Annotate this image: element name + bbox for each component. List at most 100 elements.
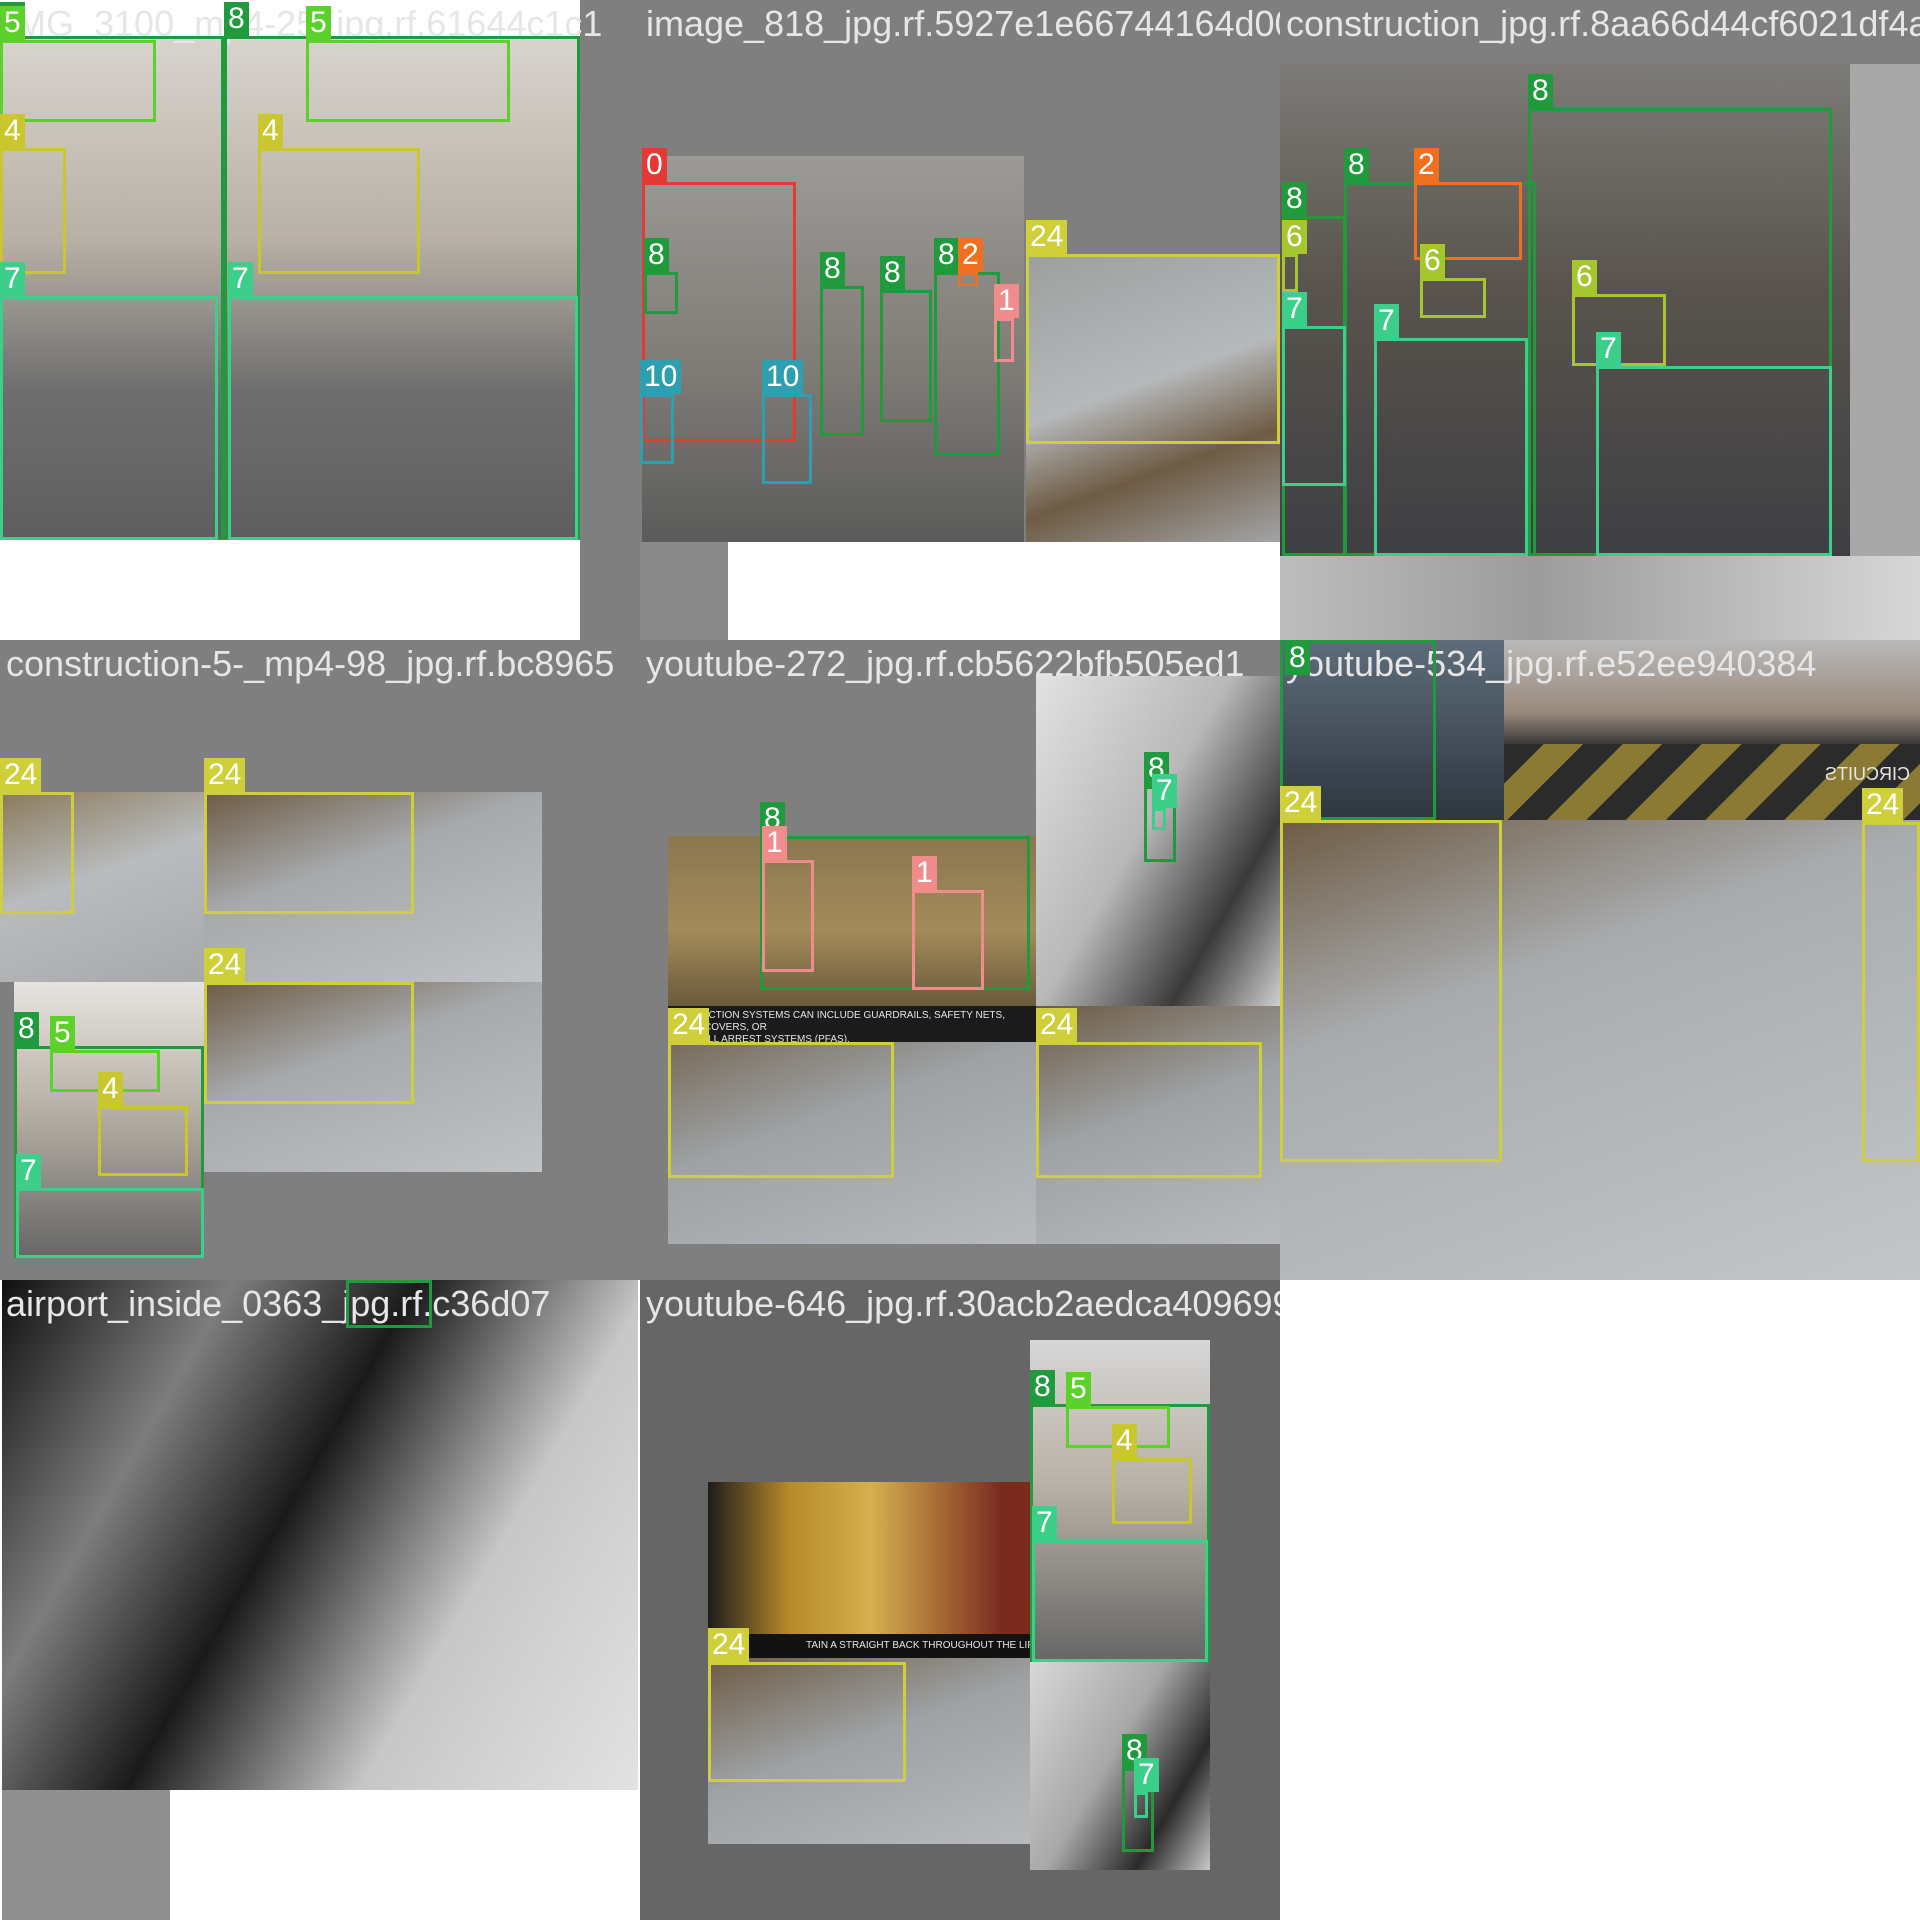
bbox-label: 5 <box>1066 1372 1091 1406</box>
bbox-2: 2 <box>958 238 983 286</box>
caption-strip: PROTECTION SYSTEMS CAN INCLUDE GUARDRAIL… <box>668 1006 1036 1042</box>
bbox-label: 6 <box>1572 260 1597 294</box>
bbox-24: 24 <box>204 758 414 914</box>
bbox-label: 24 <box>0 758 42 792</box>
bbox-label: 7 <box>1152 774 1177 808</box>
bbox-5: 5 <box>0 6 156 122</box>
caption-text: PROTECTION SYSTEMS CAN INCLUDE GUARDRAIL… <box>674 1010 1005 1042</box>
bbox-label: 0 <box>642 148 667 182</box>
bbox-label: 24 <box>204 758 246 792</box>
bbox-label: 24 <box>708 1628 750 1662</box>
bbox-label: 7 <box>228 262 253 296</box>
bbox-1: 1 <box>912 856 984 990</box>
bbox-label: 8 <box>934 238 959 272</box>
bbox-label: 7 <box>1134 1758 1159 1792</box>
bbox-label: 8 <box>1030 1370 1055 1404</box>
bbox-label: 7 <box>16 1154 41 1188</box>
bbox-label: 4 <box>98 1072 123 1106</box>
bbox-label: 8 <box>880 256 905 290</box>
bbox-8: 8 <box>644 238 678 314</box>
bbox-7: 7 <box>0 262 218 540</box>
tile-1: IMG_3100_mp4-25_jpg.rf.61644c1c1 8 5 4 7… <box>0 0 640 640</box>
tile-5: PROTECTION SYSTEMS CAN INCLUDE GUARDRAIL… <box>640 640 1280 1280</box>
bbox-label: 8 <box>1282 182 1307 216</box>
bbox-24: 24 <box>708 1628 906 1782</box>
photo-gray-lower <box>640 542 728 640</box>
bbox-10: 10 <box>762 360 812 484</box>
bbox-4: 4 <box>258 114 420 274</box>
bbox-label: 7 <box>1282 292 1307 326</box>
tile-8: TAIN A STRAIGHT BACK THROUGHOUT THE LIFT… <box>640 1280 1280 1920</box>
bbox-label: 8 <box>644 238 669 272</box>
bbox-7: 7 <box>1134 1758 1159 1818</box>
bbox-label: 7 <box>1032 1506 1057 1540</box>
bbox-7: 7 <box>1282 292 1346 486</box>
bbox-7: 7 <box>1374 304 1528 556</box>
bbox-24: 24 <box>668 1008 894 1178</box>
bbox-label: 10 <box>762 360 804 394</box>
bbox-label: 5 <box>50 1016 75 1050</box>
bbox-label: 8 <box>1528 74 1553 108</box>
bbox-24: 24 <box>1036 1008 1262 1178</box>
bbox-4: 4 <box>98 1072 188 1176</box>
photo-gray-strip <box>580 0 640 640</box>
bbox-label: 1 <box>762 826 787 860</box>
bbox-label: 2 <box>958 238 983 272</box>
bbox-4: 4 <box>1112 1424 1192 1524</box>
bbox-24: 24 <box>1026 220 1280 444</box>
tile-title: youtube-646_jpg.rf.30acb2aedca40969985e2 <box>646 1283 1280 1324</box>
bbox-label: 24 <box>668 1008 710 1042</box>
tile-3: construction_jpg.rf.8aa66d44cf6021df4a2 … <box>1280 0 1920 640</box>
bbox-8: 8 <box>346 1280 432 1328</box>
bbox-label: 4 <box>0 114 25 148</box>
bbox-7: 7 <box>16 1154 204 1258</box>
bbox-24: 24 <box>1280 786 1502 1162</box>
bbox-6: 6 <box>1282 220 1307 292</box>
bbox-label: 4 <box>1112 1424 1137 1458</box>
caption-text: TAIN A STRAIGHT BACK THROUGHOUT THE LIFT <box>806 1640 1034 1651</box>
bbox-label: 6 <box>1282 220 1307 254</box>
bbox-7: 7 <box>1152 774 1177 830</box>
bbox-label: 10 <box>640 360 682 394</box>
photo-right-panel <box>1850 64 1920 556</box>
photo-escalator-large <box>2 1280 638 1790</box>
sign-text: CIRCUITS <box>1825 764 1910 784</box>
bbox-7: 7 <box>1596 332 1832 556</box>
caption-strip: TAIN A STRAIGHT BACK THROUGHOUT THE LIFT <box>708 1634 1034 1658</box>
bbox-label: 8 <box>1344 148 1369 182</box>
augmented-detection-mosaic: IMG_3100_mp4-25_jpg.rf.61644c1c1 8 5 4 7… <box>0 0 1920 1920</box>
bbox-7: 7 <box>228 262 578 540</box>
bbox-8: 8 <box>880 256 932 422</box>
bbox-6: 6 <box>1420 244 1486 318</box>
photo-escalator-small <box>1030 1662 1210 1870</box>
bbox-label: 8 <box>14 1012 39 1046</box>
bbox-label: 2 <box>1414 148 1439 182</box>
photo-houses-stripe: CIRCUITS <box>1504 640 1920 820</box>
bbox-label: 1 <box>994 284 1019 318</box>
tile-4: construction-5-_mp4-98_jpg.rf.bc8965 24 … <box>0 640 640 1280</box>
bbox-label: 5 <box>0 6 25 40</box>
bbox-1: 1 <box>762 826 814 972</box>
bbox-label: 8 <box>224 2 249 36</box>
bbox-label: 6 <box>1420 244 1445 278</box>
bbox-label: 7 <box>0 262 25 296</box>
tile-2: image_818_jpg.rf.5927e1e66744164d0065572… <box>640 0 1280 640</box>
bbox-label: 24 <box>1036 1008 1078 1042</box>
bbox-4: 4 <box>0 114 66 274</box>
bbox-8: 8 <box>820 252 864 436</box>
tile-7: airport_inside_0363_jpg.rf.c36d07 8 <box>0 1280 640 1920</box>
bbox-24: 24 <box>1862 788 1920 1162</box>
bbox-24: 24 <box>0 758 74 914</box>
bbox-label: 5 <box>306 6 331 40</box>
photo-escalator-gray <box>1280 556 1920 640</box>
bbox-label: 24 <box>1862 788 1904 822</box>
bbox-label: 24 <box>204 948 246 982</box>
bbox-10: 10 <box>640 360 682 464</box>
bbox-7: 7 <box>1032 1506 1208 1662</box>
photo-gray-block <box>2 1790 170 1920</box>
bbox-24: 24 <box>204 948 414 1104</box>
bbox-label: 7 <box>1374 304 1399 338</box>
bbox-1: 1 <box>994 284 1019 362</box>
tile-title: image_818_jpg.rf.5927e1e66744164d0065572 <box>646 3 1280 44</box>
bbox-label: 7 <box>1596 332 1621 366</box>
